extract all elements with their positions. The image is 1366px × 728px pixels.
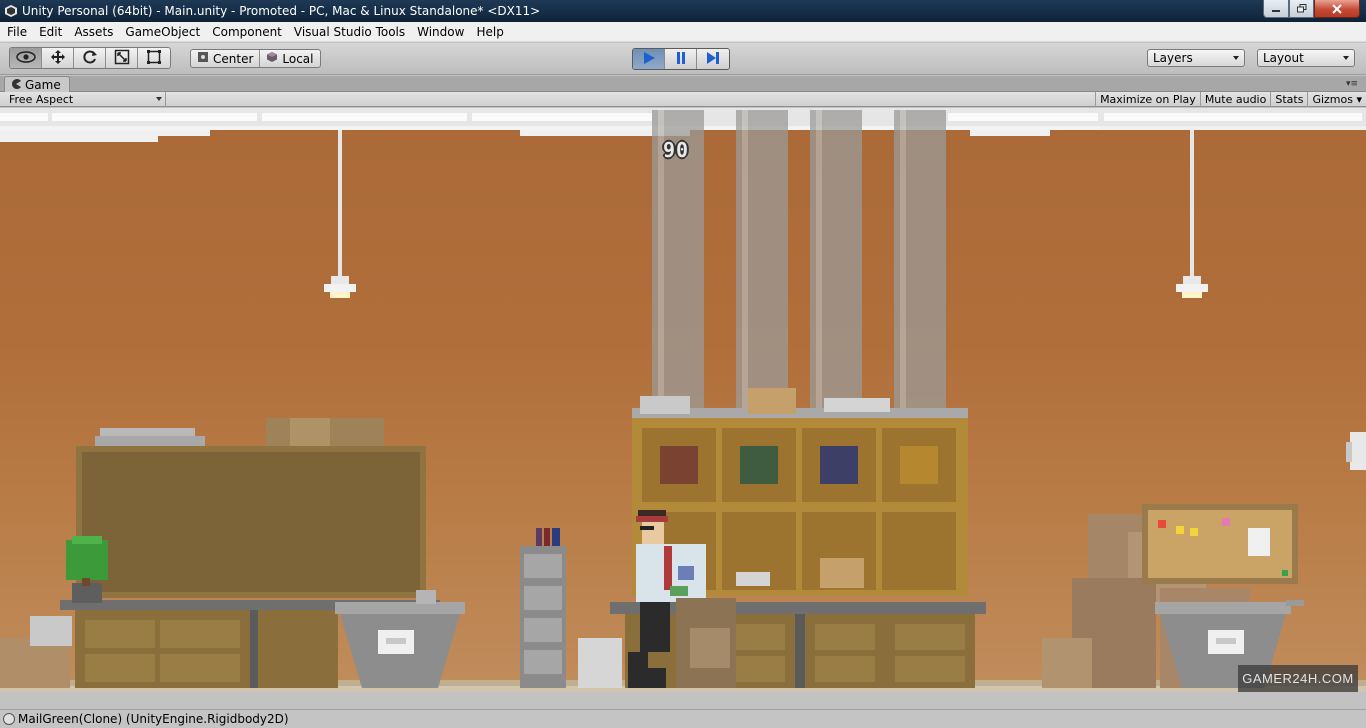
game-pacman-icon xyxy=(11,78,21,92)
local-space-icon xyxy=(266,51,278,66)
chevron-down-icon xyxy=(1343,56,1349,60)
ceiling-lamp-left xyxy=(324,130,356,298)
window-controls xyxy=(1263,0,1360,18)
pivot-center-icon xyxy=(197,51,209,66)
layers-label: Layers xyxy=(1153,51,1193,65)
rect-tool-button[interactable] xyxy=(138,48,170,68)
hand-tool-button[interactable] xyxy=(10,48,42,68)
left-mail-bin xyxy=(335,590,465,688)
pause-icon xyxy=(674,51,688,68)
score-counter: 90 xyxy=(663,138,690,162)
play-icon xyxy=(642,51,656,68)
window-titlebar: Unity Personal (64bit) - Main.unity - Pr… xyxy=(0,0,1366,22)
rotate-tool-button[interactable] xyxy=(74,48,106,68)
gizmos-label: Gizmos xyxy=(1312,93,1353,106)
corkboard xyxy=(1142,504,1298,584)
menu-edit[interactable]: Edit xyxy=(33,22,68,42)
pivot-center-button[interactable]: Center xyxy=(191,50,261,67)
transform-tools xyxy=(9,47,171,69)
status-message[interactable]: MailGreen(Clone) (UnityEngine.Rigidbody2… xyxy=(18,712,289,726)
menu-bar: File Edit Assets GameObject Component Vi… xyxy=(0,22,1366,42)
pause-button[interactable] xyxy=(665,49,697,69)
aspect-dropdown[interactable]: Free Aspect xyxy=(4,92,166,107)
move-icon xyxy=(50,49,66,68)
main-toolbar: Center Local Layers Layout xyxy=(0,43,1366,75)
game-scene xyxy=(0,108,1366,692)
pivot-local-button[interactable]: Local xyxy=(260,50,319,67)
layout-label: Layout xyxy=(1263,51,1304,65)
watermark-text: GAMER24H.COM xyxy=(1238,665,1358,692)
close-button[interactable] xyxy=(1314,0,1360,18)
info-icon xyxy=(3,713,15,725)
rotate-icon xyxy=(82,49,98,68)
minimize-button[interactable] xyxy=(1263,0,1289,18)
game-tab-bar: Game ▾≡ xyxy=(0,76,1366,92)
eye-icon xyxy=(15,50,36,66)
maximize-button[interactable] xyxy=(1289,0,1314,18)
tab-menu-icon[interactable]: ▾≡ xyxy=(1346,79,1358,89)
game-view-toggles: Maximize on Play Mute audio Stats Gizmos… xyxy=(1095,92,1366,107)
pivot-toggles: Center Local xyxy=(190,49,321,68)
layers-dropdown[interactable]: Layers xyxy=(1147,49,1245,67)
menu-window[interactable]: Window xyxy=(411,22,470,42)
left-sorting-cabinet xyxy=(76,418,426,598)
mute-audio-toggle[interactable]: Mute audio xyxy=(1199,92,1271,107)
game-view-toolbar: Free Aspect Maximize on Play Mute audio … xyxy=(0,92,1366,107)
menu-gameobject[interactable]: GameObject xyxy=(119,22,206,42)
gizmos-dropdown[interactable]: Gizmos ▾ xyxy=(1307,92,1366,107)
potted-plant xyxy=(66,536,108,603)
menu-assets[interactable]: Assets xyxy=(68,22,119,42)
tab-game-label: Game xyxy=(25,77,61,92)
ceiling-lamp-right xyxy=(1176,130,1208,298)
mail-chutes xyxy=(652,110,946,416)
menu-visual-studio-tools[interactable]: Visual Studio Tools xyxy=(288,22,411,42)
mail-locker xyxy=(520,528,622,688)
scale-icon xyxy=(114,49,130,68)
playback-controls xyxy=(632,48,730,70)
pivot-center-label: Center xyxy=(213,51,254,66)
unity-logo-icon xyxy=(4,4,18,18)
status-bar: MailGreen(Clone) (UnityEngine.Rigidbody2… xyxy=(0,709,1366,728)
window-title: Unity Personal (64bit) - Main.unity - Pr… xyxy=(22,4,541,18)
move-tool-button[interactable] xyxy=(42,48,74,68)
layout-dropdown[interactable]: Layout xyxy=(1257,49,1355,67)
offscreen-object xyxy=(1346,432,1366,470)
menu-component[interactable]: Component xyxy=(206,22,288,42)
step-icon xyxy=(705,51,721,68)
rect-transform-icon xyxy=(146,49,162,68)
maximize-on-play-toggle[interactable]: Maximize on Play xyxy=(1095,92,1200,107)
scale-tool-button[interactable] xyxy=(106,48,138,68)
play-button[interactable] xyxy=(633,49,665,69)
game-view[interactable]: 90 GAMER24H.COM xyxy=(0,108,1366,692)
tab-game[interactable]: Game xyxy=(4,76,70,92)
stats-toggle[interactable]: Stats xyxy=(1270,92,1307,107)
aspect-label: Free Aspect xyxy=(9,93,74,106)
chevron-down-icon xyxy=(156,97,162,101)
pivot-local-label: Local xyxy=(282,51,314,66)
chevron-down-icon xyxy=(1233,56,1239,60)
menu-help[interactable]: Help xyxy=(470,22,509,42)
menu-file[interactable]: File xyxy=(0,22,33,42)
step-button[interactable] xyxy=(697,49,729,69)
